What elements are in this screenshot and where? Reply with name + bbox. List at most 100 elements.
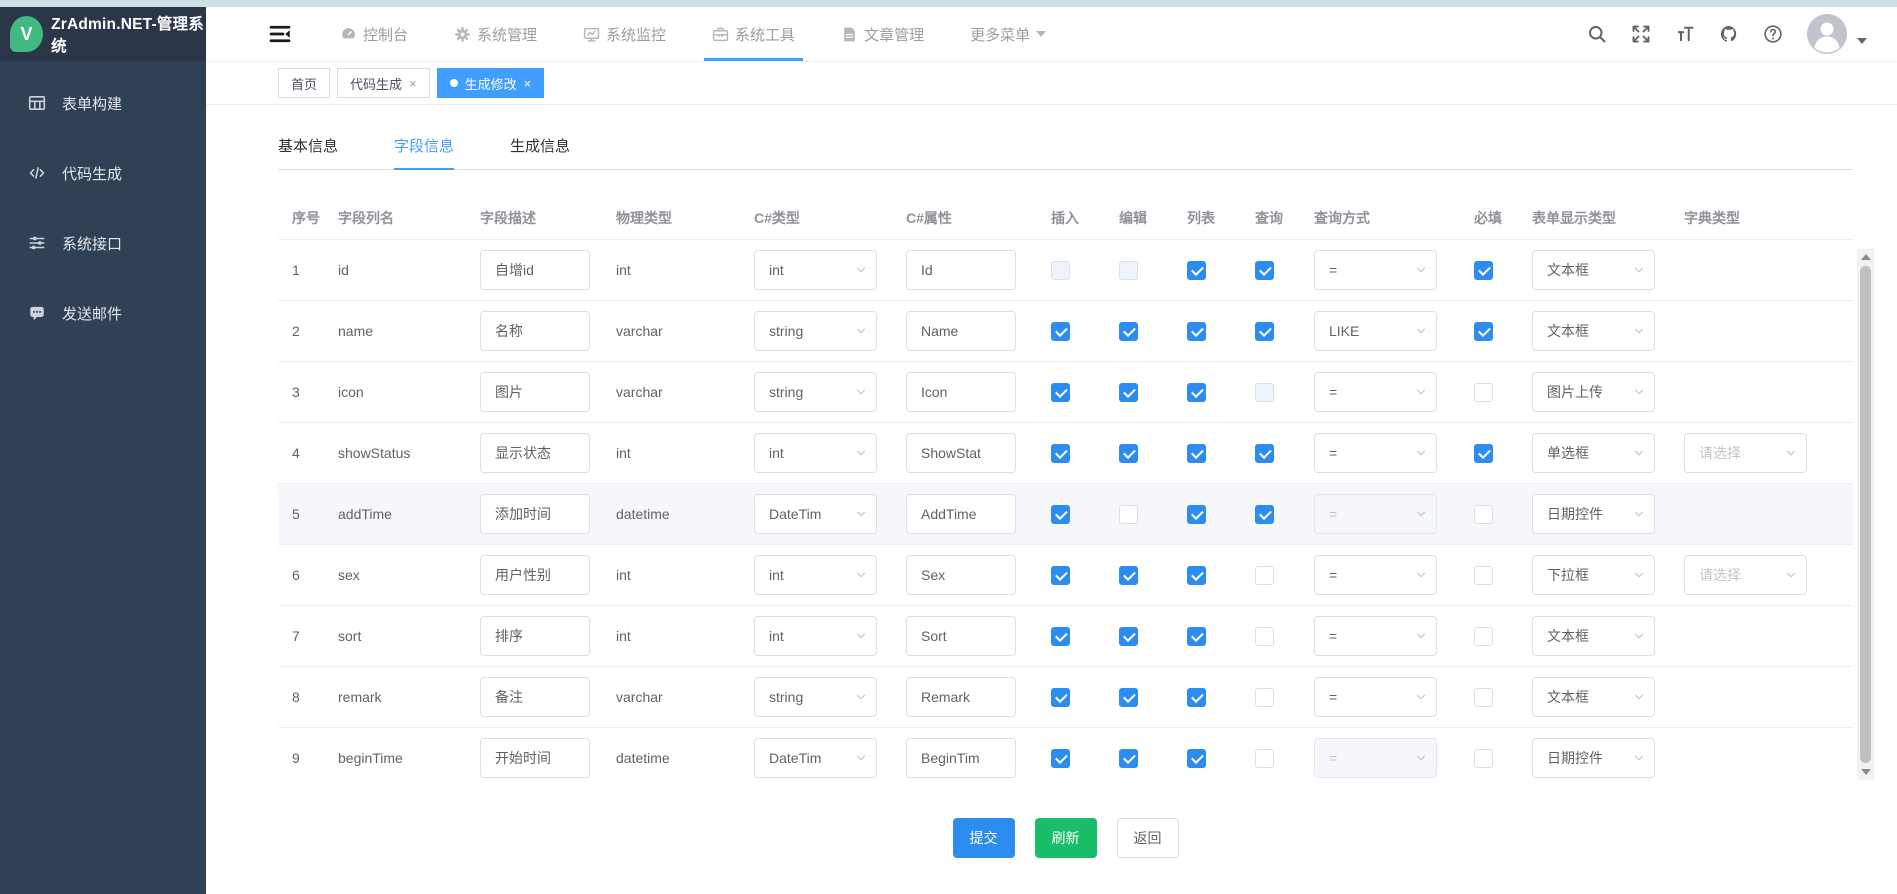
cs-type-select[interactable]: string (754, 311, 877, 351)
list-checkbox[interactable] (1187, 566, 1206, 585)
close-icon[interactable]: × (524, 76, 532, 91)
nav-menu-4[interactable]: 系统工具 (698, 7, 809, 61)
search-icon[interactable] (1587, 24, 1607, 44)
nav-menu-5[interactable]: 文章管理 (827, 7, 938, 61)
font-size-icon[interactable] (1675, 24, 1695, 44)
cs-property-input[interactable] (906, 433, 1016, 473)
field-description-input[interactable] (480, 738, 590, 778)
required-checkbox[interactable] (1474, 566, 1493, 585)
question-icon[interactable] (1763, 24, 1783, 44)
tab-3[interactable]: 生成信息 (510, 135, 570, 169)
tag-3[interactable]: 生成修改× (437, 68, 545, 98)
edit-checkbox[interactable] (1119, 749, 1138, 768)
list-checkbox[interactable] (1187, 627, 1206, 646)
nav-menu-3[interactable]: 系统监控 (569, 7, 680, 61)
display-type-select[interactable]: 文本框 (1532, 616, 1655, 656)
field-description-input[interactable] (480, 677, 590, 717)
sidebar-item-4[interactable]: 发送邮件 (0, 285, 206, 341)
field-description-input[interactable] (480, 494, 590, 534)
refresh-button[interactable]: 刷新 (1035, 818, 1097, 858)
required-checkbox[interactable] (1474, 749, 1493, 768)
required-checkbox[interactable] (1474, 322, 1493, 341)
scrollbar-thumb[interactable] (1860, 266, 1871, 763)
query-type-select[interactable]: = (1314, 677, 1437, 717)
close-icon[interactable]: × (409, 76, 417, 91)
tag-2[interactable]: 代码生成× (337, 68, 430, 98)
github-icon[interactable] (1719, 24, 1739, 44)
sidebar-item-3[interactable]: 系统接口 (0, 215, 206, 271)
display-type-select[interactable]: 文本框 (1532, 250, 1655, 290)
display-type-select[interactable]: 文本框 (1532, 677, 1655, 717)
cs-type-select[interactable]: int (754, 433, 877, 473)
query-type-select[interactable]: = (1314, 433, 1437, 473)
insert-checkbox[interactable] (1051, 505, 1070, 524)
insert-checkbox[interactable] (1051, 322, 1070, 341)
query-checkbox[interactable] (1255, 566, 1274, 585)
display-type-select[interactable]: 下拉框 (1532, 555, 1655, 595)
insert-checkbox[interactable] (1051, 749, 1070, 768)
cs-property-input[interactable] (906, 555, 1016, 595)
insert-checkbox[interactable] (1051, 444, 1070, 463)
cs-type-select[interactable]: string (754, 677, 877, 717)
caret-down-icon[interactable] (1857, 38, 1867, 44)
query-checkbox[interactable] (1255, 444, 1274, 463)
required-checkbox[interactable] (1474, 444, 1493, 463)
query-checkbox[interactable] (1255, 627, 1274, 646)
insert-checkbox[interactable] (1051, 688, 1070, 707)
nav-menu-1[interactable]: 控制台 (326, 7, 422, 61)
list-checkbox[interactable] (1187, 322, 1206, 341)
field-description-input[interactable] (480, 250, 590, 290)
nav-menu-2[interactable]: 系统管理 (440, 7, 551, 61)
field-description-input[interactable] (480, 433, 590, 473)
menu-fold-icon[interactable] (268, 22, 292, 46)
edit-checkbox[interactable] (1119, 444, 1138, 463)
required-checkbox[interactable] (1474, 627, 1493, 646)
required-checkbox[interactable] (1474, 261, 1493, 280)
query-type-select[interactable]: = (1314, 555, 1437, 595)
table-scrollbar[interactable] (1857, 249, 1874, 780)
field-description-input[interactable] (480, 372, 590, 412)
edit-checkbox[interactable] (1119, 322, 1138, 341)
query-type-select[interactable]: = (1314, 616, 1437, 656)
tab-2[interactable]: 字段信息 (394, 135, 454, 169)
cs-type-select[interactable]: DateTim (754, 494, 877, 534)
query-checkbox[interactable] (1255, 749, 1274, 768)
list-checkbox[interactable] (1187, 444, 1206, 463)
avatar[interactable] (1807, 14, 1847, 54)
submit-button[interactable]: 提交 (953, 818, 1015, 858)
scroll-up-arrow-icon[interactable] (1857, 249, 1874, 265)
display-type-select[interactable]: 日期控件 (1532, 494, 1655, 534)
query-checkbox[interactable] (1255, 322, 1274, 341)
cs-type-select[interactable]: string (754, 372, 877, 412)
edit-checkbox[interactable] (1119, 688, 1138, 707)
cs-property-input[interactable] (906, 738, 1016, 778)
cs-property-input[interactable] (906, 616, 1016, 656)
insert-checkbox[interactable] (1051, 566, 1070, 585)
insert-checkbox[interactable] (1051, 383, 1070, 402)
cs-property-input[interactable] (906, 311, 1016, 351)
back-button[interactable]: 返回 (1117, 818, 1179, 858)
query-type-select[interactable]: = (1314, 372, 1437, 412)
query-checkbox[interactable] (1255, 261, 1274, 280)
cs-type-select[interactable]: int (754, 555, 877, 595)
cs-type-select[interactable]: DateTim (754, 738, 877, 778)
list-checkbox[interactable] (1187, 749, 1206, 768)
dict-type-select[interactable]: 请选择 (1684, 555, 1807, 595)
list-checkbox[interactable] (1187, 688, 1206, 707)
cs-property-input[interactable] (906, 494, 1016, 534)
list-checkbox[interactable] (1187, 261, 1206, 280)
sidebar-item-2[interactable]: 代码生成 (0, 145, 206, 201)
list-checkbox[interactable] (1187, 505, 1206, 524)
field-description-input[interactable] (480, 311, 590, 351)
query-checkbox[interactable] (1255, 505, 1274, 524)
required-checkbox[interactable] (1474, 688, 1493, 707)
display-type-select[interactable]: 图片上传 (1532, 372, 1655, 412)
field-description-input[interactable] (480, 555, 590, 595)
cs-property-input[interactable] (906, 677, 1016, 717)
display-type-select[interactable]: 文本框 (1532, 311, 1655, 351)
scroll-down-arrow-icon[interactable] (1857, 764, 1874, 780)
query-type-select[interactable]: LIKE (1314, 311, 1437, 351)
sidebar-item-1[interactable]: 表单构建 (0, 75, 206, 131)
required-checkbox[interactable] (1474, 383, 1493, 402)
nav-menu-6[interactable]: 更多菜单 (956, 7, 1060, 61)
